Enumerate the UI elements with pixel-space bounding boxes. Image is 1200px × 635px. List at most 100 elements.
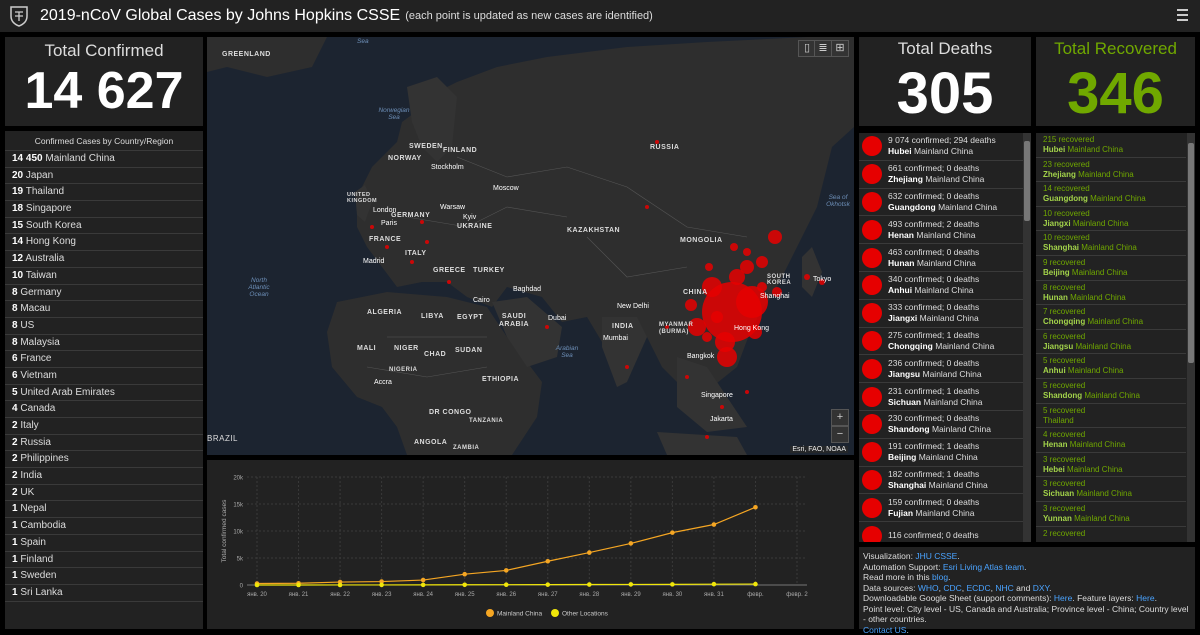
- esri-living-atlas-link[interactable]: Esri Living Atlas team: [943, 562, 1024, 572]
- country-count: 15: [12, 219, 24, 231]
- nhc-link[interactable]: NHC: [995, 583, 1013, 593]
- ecdc-link[interactable]: ECDC: [967, 583, 991, 593]
- death-row[interactable]: 159 confirmed; 0 deaths Fujian Mainland C…: [859, 494, 1023, 523]
- country-row[interactable]: 2 Italy: [5, 418, 203, 435]
- country-row[interactable]: 1 Nepal: [5, 501, 203, 519]
- country-row[interactable]: 1 Finland: [5, 552, 203, 569]
- country-row[interactable]: 14 Hong Kong: [5, 234, 203, 252]
- country-row[interactable]: 20 Japan: [5, 168, 203, 185]
- death-row[interactable]: 463 confirmed; 0 deaths Hunan Mainland Ch…: [859, 244, 1023, 272]
- death-stats: 159 confirmed; 0 deaths: [888, 496, 980, 507]
- who-link[interactable]: WHO: [918, 583, 939, 593]
- country-row[interactable]: 2 Russia: [5, 435, 203, 452]
- recovered-row[interactable]: 215 recovered Hubei Mainland China: [1036, 133, 1186, 158]
- death-dot-icon: [862, 469, 882, 490]
- country-name: Russia: [20, 436, 51, 448]
- country-row[interactable]: 1 Spain: [5, 535, 203, 552]
- death-region: Jiangxi: [888, 313, 918, 324]
- death-row[interactable]: 661 confirmed; 0 deaths Zhejiang Mainland…: [859, 161, 1023, 189]
- recovered-row[interactable]: 10 recovered Shanghai Mainland China: [1036, 231, 1186, 256]
- death-row[interactable]: 236 confirmed; 0 deaths Jiangsu Mainland …: [859, 355, 1023, 384]
- hamburger-menu-icon[interactable]: [1177, 9, 1188, 24]
- country-row[interactable]: 8 US: [5, 318, 203, 335]
- deaths-scrollbar[interactable]: [1023, 133, 1031, 542]
- death-row[interactable]: 275 confirmed; 1 deaths Chongqing Mainlan…: [859, 328, 1023, 356]
- recovered-row[interactable]: 4 recovered Henan Mainland China: [1036, 428, 1186, 453]
- country-name: Cambodia: [20, 520, 66, 532]
- legend-list-icon[interactable]: ≣: [814, 40, 832, 57]
- recovered-scrollbar[interactable]: [1187, 133, 1195, 542]
- recovered-row[interactable]: 7 recovered Chongqing Mainland China: [1036, 305, 1186, 330]
- recovered-row[interactable]: 2 recovered: [1036, 527, 1186, 543]
- country-row[interactable]: 12 Australia: [5, 251, 203, 268]
- recovered-row[interactable]: 3 recovered Yunnan Mainland China: [1036, 502, 1186, 527]
- country-row[interactable]: 15 South Korea: [5, 218, 203, 235]
- country-row[interactable]: 2 UK: [5, 485, 203, 502]
- jhu-csse-link[interactable]: JHU CSSE: [915, 551, 957, 561]
- death-row[interactable]: 632 confirmed; 0 deaths Guangdong Mainlan…: [859, 189, 1023, 217]
- recovered-row[interactable]: 5 recovered Thailand: [1036, 404, 1186, 429]
- recovered-list: 215 recovered Hubei Mainland China 23 reco…: [1036, 133, 1186, 542]
- death-row[interactable]: 182 confirmed; 1 deaths Shanghai Mainland…: [859, 467, 1023, 495]
- recovered-region: Beijing: [1043, 267, 1070, 277]
- recovered-row[interactable]: 10 recovered Jiangxi Mainland China: [1036, 207, 1186, 232]
- country-row[interactable]: 8 Macau: [5, 301, 203, 318]
- country-row[interactable]: 1 Sweden: [5, 568, 203, 585]
- recovered-row[interactable]: 5 recovered Anhui Mainland China: [1036, 354, 1186, 379]
- death-dot-icon: [862, 358, 882, 379]
- basemap-gallery-icon[interactable]: ⊞: [831, 40, 849, 57]
- country-row[interactable]: 1 Sri Lanka: [5, 585, 203, 602]
- cdc-link[interactable]: CDC: [943, 583, 961, 593]
- country-row[interactable]: 18 Singapore: [5, 201, 203, 218]
- death-country: Mainland China: [931, 424, 992, 435]
- case-bubbles[interactable]: [207, 37, 854, 455]
- death-row[interactable]: 493 confirmed; 2 deaths Henan Mainland Ch…: [859, 216, 1023, 245]
- death-row[interactable]: 230 confirmed; 0 deaths Shandong Mainland…: [859, 411, 1023, 439]
- death-row[interactable]: 9 074 confirmed; 294 deaths Hubei Mainlan…: [859, 133, 1023, 161]
- series-point: [587, 582, 592, 587]
- recovered-row[interactable]: 5 recovered Shandong Mainland China: [1036, 379, 1186, 404]
- x-tick-label: янв. 24: [413, 592, 433, 598]
- death-row[interactable]: 116 confirmed; 0 deaths: [859, 522, 1023, 542]
- series-point: [254, 582, 260, 588]
- death-stats: 340 confirmed; 0 deaths: [888, 274, 980, 285]
- recovered-row[interactable]: 23 recovered Zhejiang Mainland China: [1036, 158, 1186, 183]
- recovered-row[interactable]: 8 recovered Hunan Mainland China: [1036, 281, 1186, 306]
- country-row[interactable]: 14 450 Mainland China: [5, 151, 203, 168]
- recovered-row[interactable]: 3 recovered Sichuan Mainland China: [1036, 477, 1186, 502]
- country-row[interactable]: 19 Thailand: [5, 184, 203, 202]
- death-row[interactable]: 191 confirmed; 1 deaths Beijing Mainland …: [859, 439, 1023, 467]
- map-region-label: BRAZIL: [207, 434, 239, 443]
- death-row[interactable]: 340 confirmed; 0 deaths Anhui Mainland Ch…: [859, 272, 1023, 300]
- recovered-country: Mainland China: [1090, 194, 1146, 204]
- country-row[interactable]: 2 India: [5, 468, 203, 485]
- recovered-row[interactable]: 9 recovered Beijing Mainland China: [1036, 256, 1186, 281]
- death-region: Chongqing: [888, 340, 933, 351]
- country-row[interactable]: 1 Cambodia: [5, 518, 203, 535]
- country-row[interactable]: 8 Malaysia: [5, 335, 203, 352]
- blog-link[interactable]: blog: [932, 572, 948, 582]
- recovered-row[interactable]: 14 recovered Guangdong Mainland China: [1036, 182, 1186, 207]
- country-row[interactable]: 6 France: [5, 351, 203, 368]
- recovered-row[interactable]: 6 recovered Jiangsu Mainland China: [1036, 330, 1186, 355]
- dxy-link[interactable]: DXY: [1033, 583, 1049, 593]
- country-row[interactable]: 4 Canada: [5, 401, 203, 418]
- contact-us-link[interactable]: Contact US: [863, 625, 906, 635]
- death-row[interactable]: 231 confirmed; 1 deaths Sichuan Mainland …: [859, 383, 1023, 411]
- country-row[interactable]: 10 Taiwan: [5, 268, 203, 285]
- country-row[interactable]: 5 United Arab Emirates: [5, 385, 203, 402]
- country-row[interactable]: 6 Vietnam: [5, 368, 203, 385]
- google-sheet-link[interactable]: Here: [1054, 593, 1072, 603]
- country-row[interactable]: 2 Philippines: [5, 451, 203, 469]
- recovered-country: Mainland China: [1067, 145, 1124, 154]
- zoom-out-button[interactable]: −: [831, 426, 849, 443]
- zoom-in-button[interactable]: +: [831, 409, 849, 426]
- feature-layers-link[interactable]: Here: [1136, 593, 1154, 603]
- recovered-row[interactable]: 3 recovered Hebei Mainland China: [1036, 453, 1186, 478]
- legend-marker: [486, 609, 494, 617]
- death-row[interactable]: 333 confirmed; 0 deaths Jiangxi Mainland …: [859, 300, 1023, 328]
- map-panel[interactable]: GREENLAND NORWAY SWEDEN FINLAND RUSSIA U…: [207, 37, 854, 455]
- country-row[interactable]: 8 Germany: [5, 285, 203, 302]
- country-name: Australia: [25, 253, 65, 265]
- recovered-count: 9 recovered: [1043, 257, 1086, 267]
